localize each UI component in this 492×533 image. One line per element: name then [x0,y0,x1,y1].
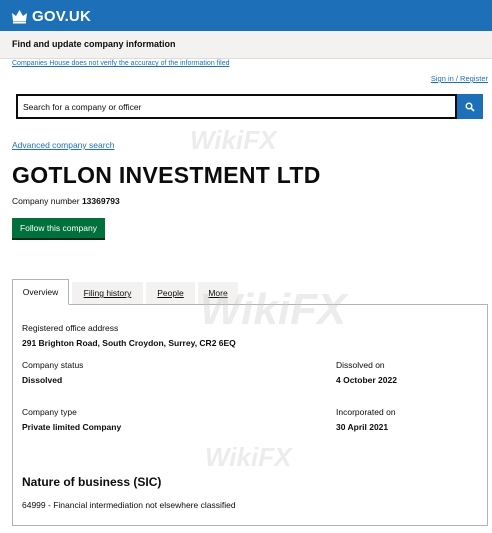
sign-in-register-link[interactable]: Sign in / Register [431,74,488,83]
watermark-wikifx: WikiFX [190,125,277,155]
advanced-search-link[interactable]: Advanced company search [12,140,115,150]
follow-company-button[interactable]: Follow this company [12,218,105,238]
tab-more[interactable]: More [198,282,238,304]
dissolved-on-label: Dissolved on [336,360,385,370]
company-number-value: 13369793 [81,196,120,206]
company-name-heading: GOTLON INVESTMENT LTD [12,162,321,188]
disclaimer-link[interactable]: Companies House does not verify the accu… [12,60,230,67]
incorporated-on-label: Incorporated on [336,407,396,417]
tab-people[interactable]: People [146,282,195,304]
search-button[interactable] [457,94,483,119]
sic-code-text: 64999 - Financial intermediation not els… [22,500,236,510]
registered-office-value: 291 Brighton Road, South Croydon, Surrey… [22,338,236,348]
service-bar: Find and update company information [0,31,492,59]
search-input[interactable] [18,96,455,117]
dissolved-on-value: 4 October 2022 [336,375,397,385]
company-number-label: Company number [12,196,80,206]
registered-office-label: Registered office address [22,323,119,333]
incorporated-on-value: 30 April 2021 [336,422,389,432]
company-status-label: Company status [22,360,84,370]
service-name[interactable]: Find and update company information [12,39,176,49]
company-number: Company number 13369793 [12,196,120,206]
search-box [16,94,457,119]
search-icon [465,102,475,112]
crown-icon [12,10,27,24]
gov-uk-header: GOV.UK [0,0,492,31]
gov-uk-logo-text: GOV.UK [32,7,91,25]
tab-overview[interactable]: Overview [12,279,69,305]
company-type-value: Private limited Company [22,422,122,432]
nature-of-business-heading: Nature of business (SIC) [22,475,162,489]
company-type-label: Company type [22,407,77,417]
tab-filing-history[interactable]: Filing history [72,282,143,304]
company-status-value: Dissolved [22,375,63,385]
gov-uk-logo-link[interactable]: GOV.UK [11,7,91,25]
